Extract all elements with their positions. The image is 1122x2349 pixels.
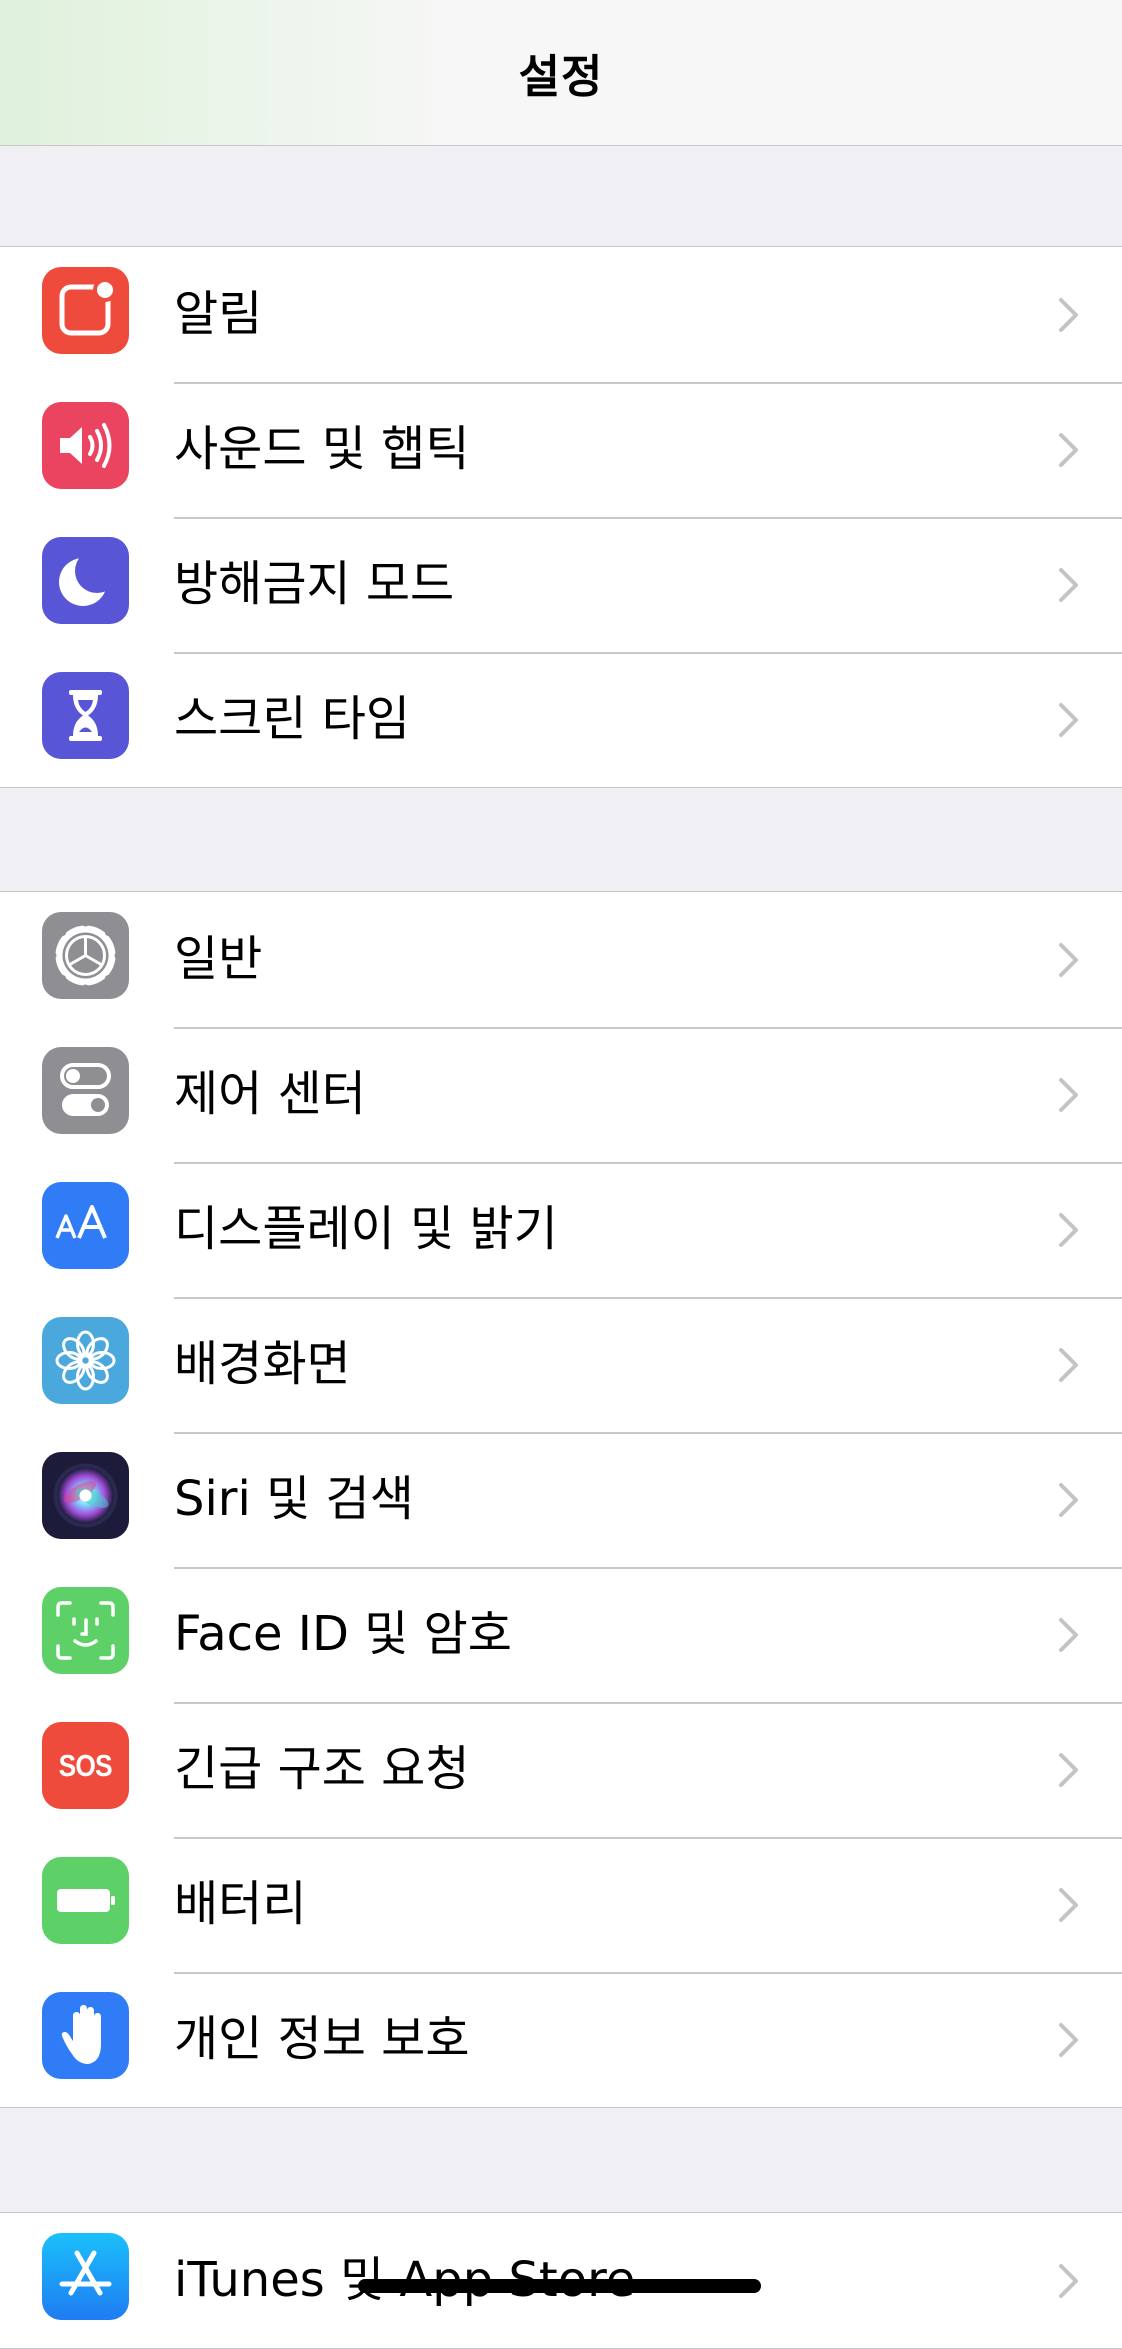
hand-icon [42, 1992, 129, 2079]
settings-item-label: 알림 [174, 286, 263, 342]
chevron-right-icon [1059, 702, 1078, 737]
navbar-glow [0, 0, 460, 145]
chevron-right-icon [1059, 1482, 1078, 1517]
settings-item-sounds-haptics[interactable]: 사운드 및 햅틱 [0, 382, 1122, 517]
chevron-right-icon [1059, 1887, 1078, 1922]
gear-icon [42, 912, 129, 999]
home-indicator[interactable] [358, 2279, 761, 2293]
chevron-right-icon [1059, 1347, 1078, 1382]
chevron-right-icon [1059, 942, 1078, 977]
settings-group-1: 알림 사운드 및 햅틱 방해금지 모드 스크린 타임 [0, 246, 1122, 788]
notifications-icon [42, 267, 129, 354]
sos-icon-text: SOS [58, 1747, 113, 1783]
settings-item-wallpaper[interactable]: 배경화면 [0, 1297, 1122, 1432]
chevron-right-icon [1059, 567, 1078, 602]
settings-group-2: 일반 제어 센터 디스플레이 및 밝기 배경화면 Siri 및 검색 Face … [0, 891, 1122, 2108]
moon-icon [42, 537, 129, 624]
settings-item-display-brightness[interactable]: 디스플레이 및 밝기 [0, 1162, 1122, 1297]
settings-item-label: 일반 [174, 931, 263, 987]
settings-item-notifications[interactable]: 알림 [0, 247, 1122, 382]
settings-item-label: Siri 및 검색 [174, 1471, 414, 1527]
settings-item-control-center[interactable]: 제어 센터 [0, 1027, 1122, 1162]
settings-item-label: 디스플레이 및 밝기 [174, 1201, 558, 1257]
app-store-icon [42, 2233, 129, 2320]
chevron-right-icon [1059, 1752, 1078, 1787]
settings-item-label: 방해금지 모드 [174, 556, 455, 612]
flower-icon [42, 1317, 129, 1404]
settings-item-general[interactable]: 일반 [0, 892, 1122, 1027]
settings-item-label: Face ID 및 암호 [174, 1606, 512, 1662]
chevron-right-icon [1059, 1617, 1078, 1652]
settings-item-label: 긴급 구조 요청 [174, 1741, 470, 1797]
settings-item-label: 개인 정보 보호 [174, 2011, 470, 2067]
settings-item-label: 배경화면 [174, 1336, 351, 1392]
page-title: 설정 [518, 50, 604, 103]
speaker-icon [42, 402, 129, 489]
sos-icon: SOS [42, 1722, 129, 1809]
settings-item-screen-time[interactable]: 스크린 타임 [0, 652, 1122, 787]
toggle-switches-icon [42, 1047, 129, 1134]
text-size-icon [42, 1182, 129, 1269]
settings-item-label: 스크린 타임 [174, 691, 411, 747]
battery-icon [42, 1857, 129, 1944]
settings-item-emergency-sos[interactable]: SOS 긴급 구조 요청 [0, 1702, 1122, 1837]
navigation-bar: 설정 [0, 0, 1122, 146]
chevron-right-icon [1059, 1212, 1078, 1247]
face-id-icon [42, 1587, 129, 1674]
settings-item-battery[interactable]: 배터리 [0, 1837, 1122, 1972]
chevron-right-icon [1059, 297, 1078, 332]
settings-item-privacy[interactable]: 개인 정보 보호 [0, 1972, 1122, 2107]
chevron-right-icon [1059, 2022, 1078, 2057]
settings-item-label: 사운드 및 햅틱 [174, 421, 470, 477]
settings-item-do-not-disturb[interactable]: 방해금지 모드 [0, 517, 1122, 652]
settings-item-face-id-passcode[interactable]: Face ID 및 암호 [0, 1567, 1122, 1702]
chevron-right-icon [1059, 1077, 1078, 1112]
siri-icon [42, 1452, 129, 1539]
settings-item-siri-search[interactable]: Siri 및 검색 [0, 1432, 1122, 1567]
settings-item-label: 배터리 [174, 1876, 307, 1932]
chevron-right-icon [1059, 432, 1078, 467]
hourglass-icon [42, 672, 129, 759]
settings-item-label: 제어 센터 [174, 1066, 366, 1122]
chevron-right-icon [1059, 2263, 1078, 2298]
